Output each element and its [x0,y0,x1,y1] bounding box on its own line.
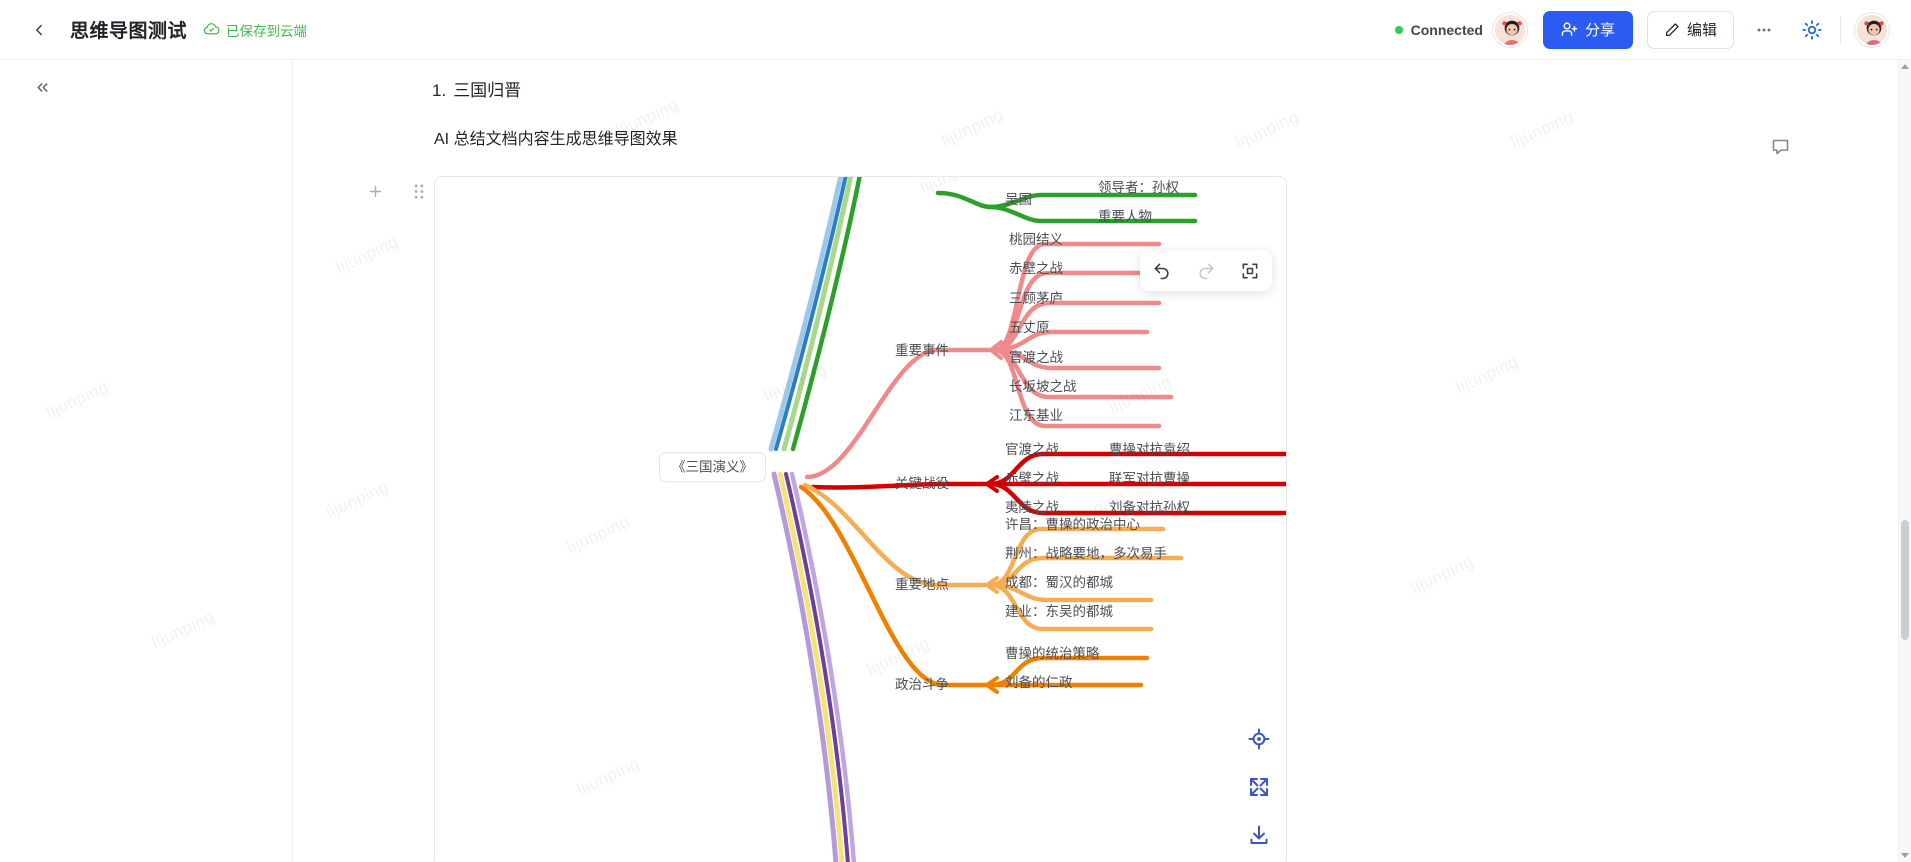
pencil-icon [1666,22,1679,36]
expand-view-button[interactable] [1246,774,1272,800]
download-button[interactable] [1246,822,1272,848]
mindmap-node-key-events[interactable]: 重要事件 [895,344,949,358]
save-status: 已保存到云端 [203,20,307,40]
avatar-image [1857,14,1887,45]
block-controls [364,180,430,202]
scroll-thumb[interactable] [1901,520,1909,640]
download-icon [1250,825,1268,844]
back-button[interactable] [22,13,56,47]
connection-status: Connected [1394,21,1483,38]
sun-icon [1802,19,1822,40]
more-horizontal-icon [1757,28,1771,31]
scroll-up-arrow[interactable] [1901,64,1909,69]
share-button[interactable]: 分享 [1542,10,1633,49]
fullscreen-button[interactable] [1235,256,1265,286]
double-chevron-left-icon [36,82,48,92]
fullscreen-icon [1242,263,1258,278]
mindmap-node-key-battles[interactable]: 关键战役 [895,477,949,491]
mindmap-node-place-3[interactable]: 建业：东吴的都城 [1005,605,1113,619]
edit-button-label: 编辑 [1686,22,1717,39]
watermark: lijunping [1232,106,1302,153]
mindmap-node-place-2[interactable]: 成都：蜀汉的都城 [1005,576,1113,590]
mindmap-node-event-2[interactable]: 三顾茅庐 [1009,292,1063,306]
mindmap-root-node[interactable]: 《三国演义》 [659,452,766,482]
sidebar-collapse-button[interactable] [28,73,56,101]
redo-icon [1199,263,1214,279]
mindmap-node-place-1[interactable]: 荆州：战略要地，多次易手 [1005,547,1167,561]
drag-block-handle[interactable] [408,180,430,202]
mindmap-toolbar [1140,250,1272,291]
mindmap-node-event-6[interactable]: 江东基业 [1009,409,1063,423]
outline-sidebar: lijunping lijunping [0,60,293,862]
mindmap-node-battle-detail-0[interactable]: 曹操对抗袁绍 [1109,443,1190,457]
avatar-image [1494,14,1525,45]
crosshair-icon [1248,728,1270,750]
watermark: lijunping [148,606,218,653]
comment-icon [1772,139,1788,154]
save-status-label: 已保存到云端 [226,23,308,39]
user-add-icon [1561,22,1578,36]
mindmap-node-politics[interactable]: 政治斗争 [895,678,949,692]
status-dot [1394,25,1403,34]
comment-button[interactable] [1766,133,1794,161]
theme-toggle-button[interactable] [1794,12,1830,48]
watermark: lijunping [322,476,392,523]
chevron-left-icon [36,24,42,35]
mindmap-node-event-4[interactable]: 官渡之战 [1009,351,1063,365]
mindmap-node-leader[interactable]: 领导者：孙权 [1098,181,1179,195]
cloud-check-icon [203,23,220,35]
scroll-down-arrow[interactable] [1901,853,1909,858]
watermark: lijunping [1407,551,1477,598]
mindmap-node-battle-detail-1[interactable]: 联军对抗曹操 [1109,472,1190,486]
header-divider [1840,15,1841,44]
watermark: lijunping [1452,351,1522,398]
mindmap-node-event-5[interactable]: 长坂坡之战 [1009,380,1077,394]
mindmap-node-key-places[interactable]: 重要地点 [895,578,949,592]
mindmap-node-key-figures[interactable]: 重要人物 [1098,210,1152,224]
profile-avatar[interactable] [1855,12,1889,47]
app-header: 思维导图测试 已保存到云端 Connected 分享 编辑 [0,0,1911,60]
watermark: lijunping [332,231,402,278]
heading-number: 1. [432,81,447,100]
mindmap-canvas[interactable]: 《三国演义》 吴国 领导者：孙权 重要人物 重要事件 桃园结义 赤壁之战 三顾茅… [434,176,1287,862]
center-view-button[interactable] [1246,726,1272,752]
undo-button[interactable] [1147,256,1177,286]
redo-button[interactable] [1191,256,1221,286]
mindmap-node-politics-1[interactable]: 刘备的仁政 [1005,676,1073,690]
document-body: lijunping lijunping lijunping lijunping … [294,60,1854,862]
share-button-label: 分享 [1584,22,1615,39]
plus-icon [369,185,381,197]
add-block-button[interactable] [364,180,386,202]
heading-text: 三国归晋 [453,81,522,100]
page-title: 思维导图测试 [70,21,188,42]
drag-handle-icon [414,183,424,199]
mindmap-action-rail [1246,726,1272,848]
watermark: lijunping [42,376,112,423]
more-options-button[interactable] [1746,12,1782,48]
edit-button[interactable]: 编辑 [1646,10,1734,49]
mindmap-node-event-1[interactable]: 赤壁之战 [1009,262,1063,276]
watermark: lijunping [1507,106,1577,153]
vertical-scrollbar[interactable] [1898,60,1911,862]
undo-icon [1154,263,1169,279]
mindmap-node-wuguo[interactable]: 吴国 [1005,193,1032,207]
watermark: lijunping [937,104,1007,151]
mindmap-node-battle-1[interactable]: 赤壁之战 [1005,472,1059,486]
mindmap-node-politics-0[interactable]: 曹操的统治策略 [1005,647,1100,661]
document-heading: 1. 三国归晋 [432,76,521,101]
mindmap-node-event-0[interactable]: 桃园结义 [1009,233,1063,247]
mindmap-node-battle-0[interactable]: 官渡之战 [1005,443,1059,457]
document-paragraph: AI 总结文档内容生成思维导图效果 [434,131,678,148]
mindmap-node-battle-2[interactable]: 夷陵之战 [1005,501,1059,515]
expand-icon [1250,778,1268,796]
mindmap-node-event-3[interactable]: 五丈原 [1009,321,1050,335]
connection-label: Connected [1410,21,1483,38]
collaborator-avatar[interactable] [1492,12,1527,47]
